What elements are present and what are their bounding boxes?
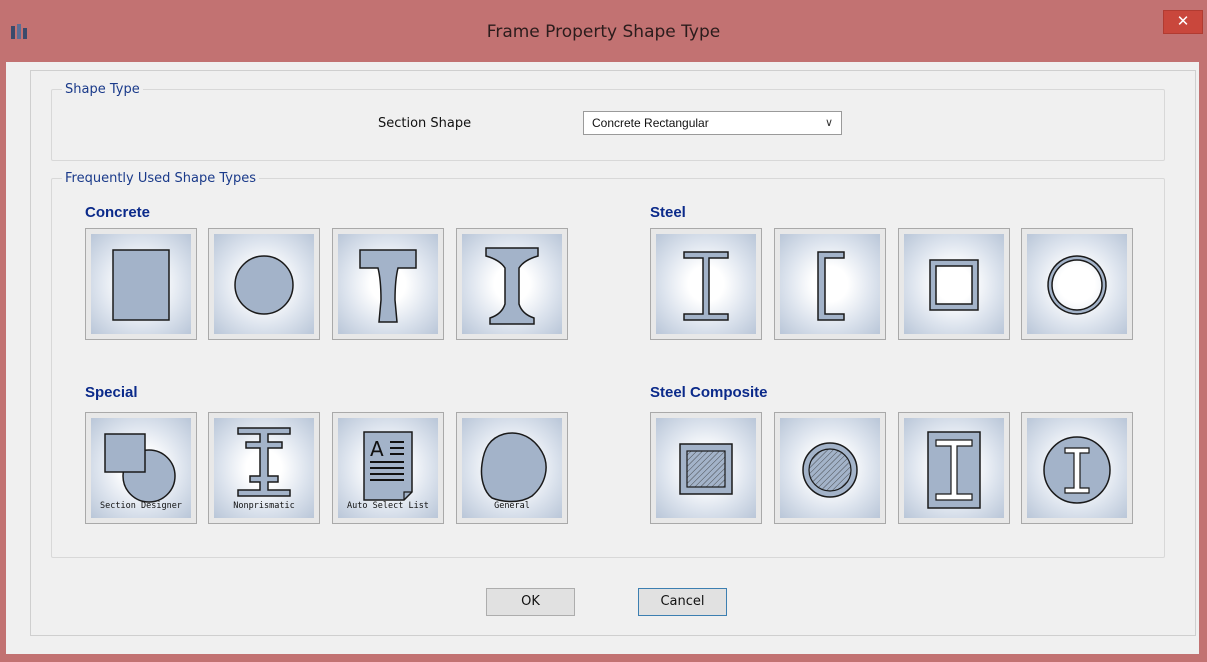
concrete-circle-button[interactable] bbox=[208, 228, 320, 340]
shape-type-legend: Shape Type bbox=[62, 82, 143, 97]
dialog-window: Frame Property Shape Type ✕ Shape Type S… bbox=[0, 0, 1207, 662]
filled-tube-icon bbox=[679, 443, 733, 495]
shape-type-group: Shape Type Section Shape Concrete Rectan… bbox=[51, 82, 1165, 161]
nonprismatic-caption: Nonprismatic bbox=[233, 501, 295, 511]
special-heading: Special bbox=[85, 384, 138, 401]
concrete-i-section-button[interactable] bbox=[456, 228, 568, 340]
ok-button[interactable]: OK bbox=[486, 588, 575, 616]
filled-pipe-button[interactable] bbox=[774, 412, 886, 524]
frequent-shapes-legend: Frequently Used Shape Types bbox=[62, 171, 259, 186]
steel-i-beam-icon bbox=[683, 251, 729, 321]
close-icon: ✕ bbox=[1176, 13, 1190, 30]
encased-circle-button[interactable] bbox=[1021, 412, 1133, 524]
section-shape-select[interactable]: Concrete Rectangular ∨ bbox=[583, 111, 842, 135]
nonprismatic-button[interactable]: Nonprismatic bbox=[208, 412, 320, 524]
section-shape-value: Concrete Rectangular bbox=[592, 116, 709, 130]
dialog-client-area: Shape Type Section Shape Concrete Rectan… bbox=[6, 62, 1199, 654]
steel-channel-button[interactable] bbox=[774, 228, 886, 340]
concrete-rectangular-button[interactable] bbox=[85, 228, 197, 340]
cancel-button[interactable]: Cancel bbox=[638, 588, 727, 616]
concrete-circle-icon bbox=[234, 255, 294, 315]
filled-tube-button[interactable] bbox=[650, 412, 762, 524]
steel-pipe-icon bbox=[1047, 255, 1107, 315]
section-designer-caption: Section Designer bbox=[100, 501, 182, 511]
encased-circle-icon bbox=[1043, 436, 1111, 504]
steel-heading: Steel bbox=[650, 204, 686, 221]
section-designer-button[interactable]: Section Designer bbox=[85, 412, 197, 524]
section-shape-label: Section Shape bbox=[378, 116, 472, 131]
steel-tube-icon bbox=[929, 259, 979, 311]
window-title: Frame Property Shape Type bbox=[486, 22, 721, 42]
steel-tube-button[interactable] bbox=[898, 228, 1010, 340]
svg-text:A: A bbox=[370, 437, 384, 461]
chevron-down-icon: ∨ bbox=[824, 117, 833, 129]
encased-rectangle-icon bbox=[927, 431, 981, 509]
auto-select-list-caption: Auto Select List bbox=[347, 501, 429, 511]
general-section-button[interactable]: General bbox=[456, 412, 568, 524]
steel-channel-icon bbox=[817, 251, 845, 321]
encased-rectangle-button[interactable] bbox=[898, 412, 1010, 524]
concrete-heading: Concrete bbox=[85, 204, 151, 221]
close-button[interactable]: ✕ bbox=[1163, 10, 1203, 34]
title-bar[interactable]: Frame Property Shape Type ✕ bbox=[0, 0, 1207, 62]
filled-pipe-icon bbox=[802, 442, 858, 498]
concrete-i-section-icon bbox=[485, 247, 539, 325]
concrete-rectangle-icon bbox=[112, 249, 170, 321]
steel-i-wide-flange-button[interactable] bbox=[650, 228, 762, 340]
concrete-tee-button[interactable] bbox=[332, 228, 444, 340]
steel-composite-heading: Steel Composite bbox=[650, 384, 768, 401]
concrete-tee-icon bbox=[359, 249, 417, 323]
steel-pipe-button[interactable] bbox=[1021, 228, 1133, 340]
general-caption: General bbox=[494, 501, 530, 511]
auto-select-list-button[interactable]: A Auto Select List bbox=[332, 412, 444, 524]
